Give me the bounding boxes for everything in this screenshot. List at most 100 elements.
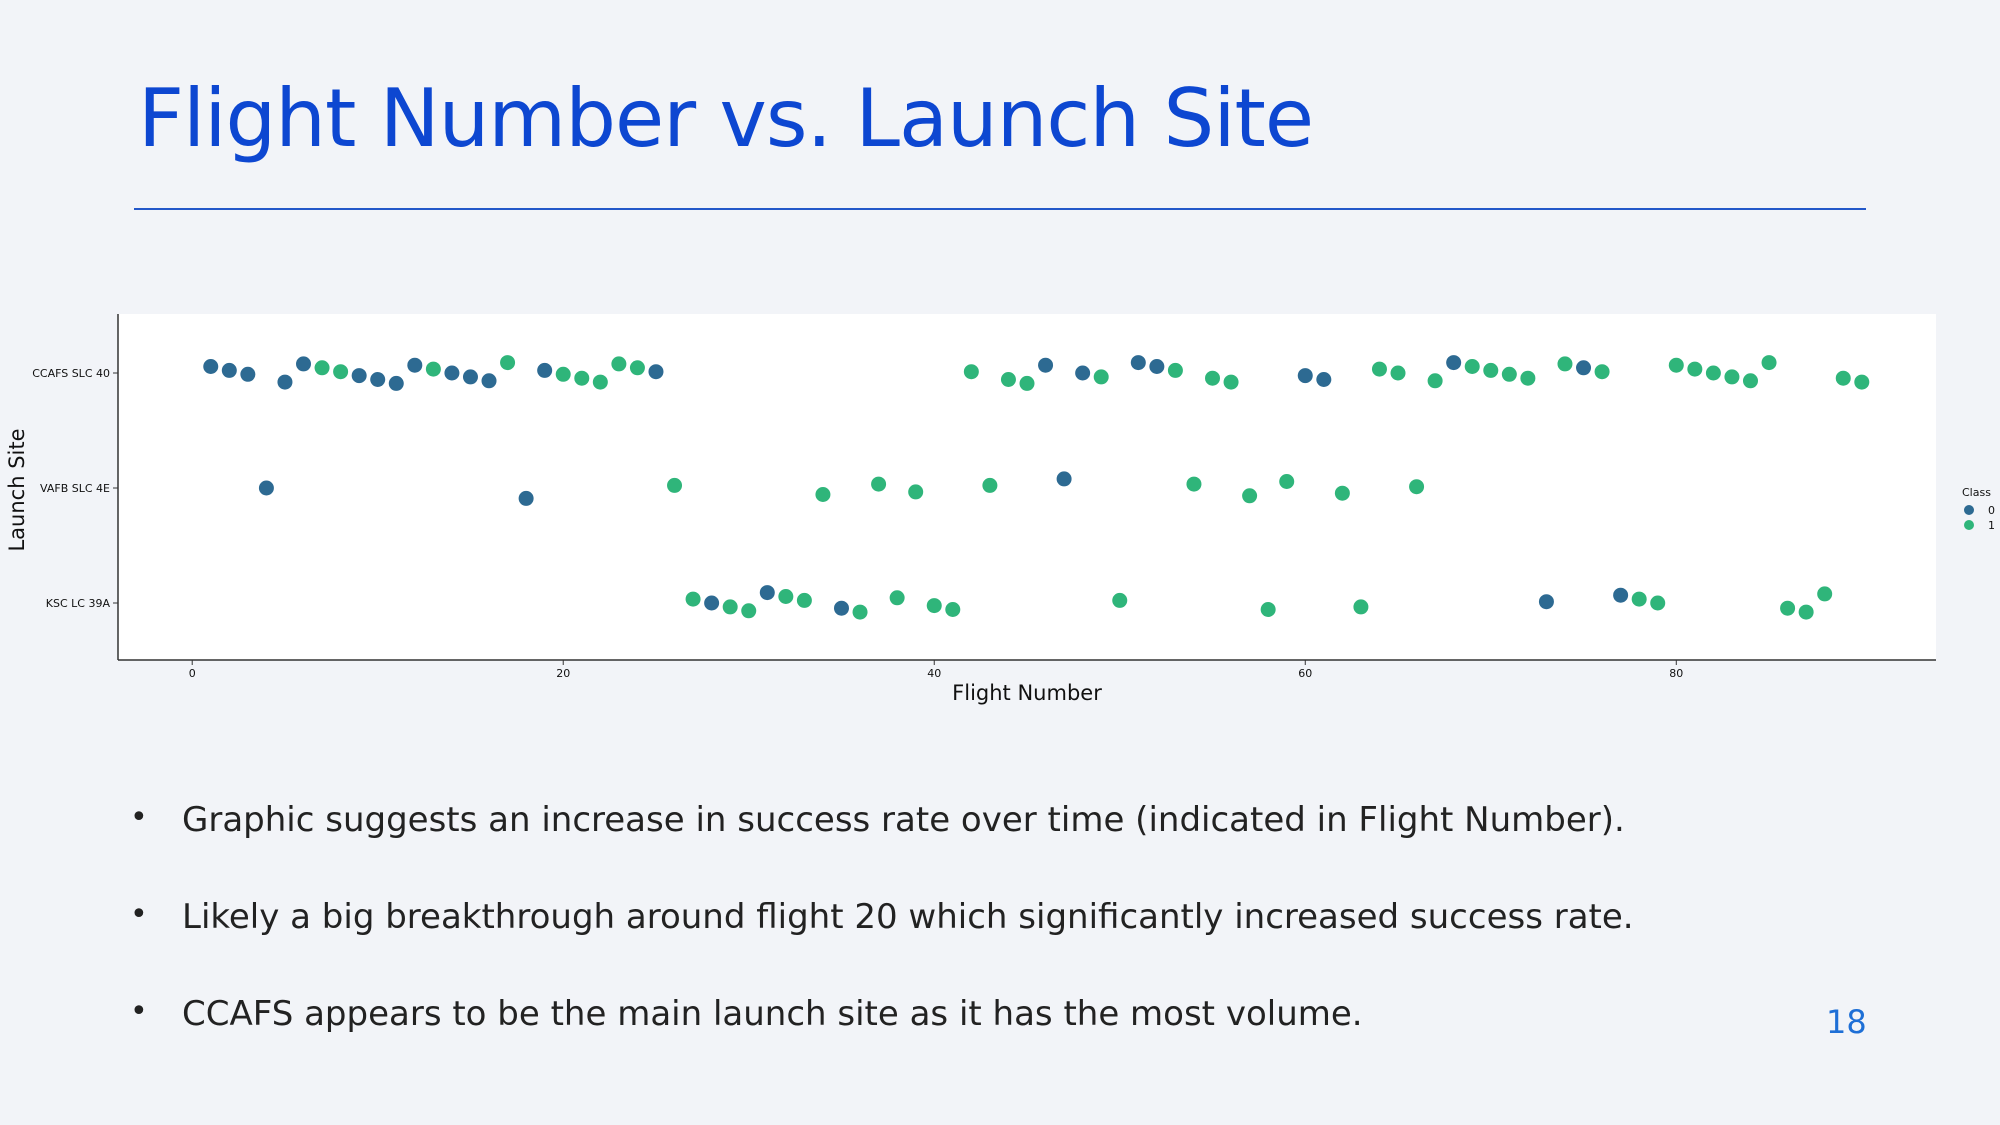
data-point-class-1 — [1427, 373, 1443, 389]
data-point-class-0 — [1538, 594, 1554, 610]
data-point-class-0 — [1576, 360, 1592, 376]
data-point-class-1 — [1371, 361, 1387, 377]
data-point-class-1 — [1279, 474, 1295, 489]
data-point-class-0 — [203, 359, 219, 374]
data-point-class-1 — [1742, 373, 1758, 389]
data-point-class-1 — [1093, 369, 1109, 385]
data-point-class-1 — [722, 599, 738, 615]
data-point-class-0 — [648, 364, 664, 380]
x-axis-label: Flight Number — [952, 681, 1102, 705]
slide-title: Flight Number vs. Launch Site — [138, 72, 1314, 165]
data-point-class-1 — [1780, 600, 1796, 616]
data-point-class-0 — [221, 362, 237, 378]
data-point-class-1 — [908, 484, 924, 500]
data-point-class-0 — [462, 369, 478, 385]
data-point-class-0 — [296, 356, 312, 372]
data-point-class-1 — [1000, 372, 1016, 387]
data-point-class-1 — [629, 360, 645, 376]
data-point-class-1 — [741, 603, 757, 619]
data-point-class-0 — [1130, 355, 1146, 371]
data-point-class-0 — [1149, 359, 1165, 374]
data-point-class-0 — [1297, 368, 1313, 384]
chart-container: CCAFS SLC 40 VAFB SLC 4E KSC LC 39A 0 20 40 6… — [0, 300, 2000, 720]
data-point-class-0 — [1613, 587, 1629, 603]
data-point-class-1 — [1483, 362, 1499, 378]
data-point-class-1 — [871, 476, 887, 492]
data-point-class-1 — [425, 361, 441, 377]
x-tick-label: 80 — [1669, 667, 1683, 680]
data-point-class-0 — [759, 585, 775, 601]
data-point-class-1 — [852, 604, 868, 620]
x-tick-label: 0 — [189, 667, 196, 680]
data-point-class-1 — [555, 366, 571, 382]
legend-label-class-0: 0 — [1988, 504, 1995, 517]
y-tick-label: KSC LC 39A — [46, 597, 111, 610]
legend-title: Class — [1962, 486, 1991, 499]
legend-swatch-class-1 — [1964, 520, 1974, 530]
data-point-class-1 — [1705, 365, 1721, 381]
data-point-class-0 — [1056, 471, 1072, 487]
data-point-class-0 — [1446, 355, 1462, 371]
data-point-class-1 — [1242, 488, 1258, 504]
data-point-class-1 — [778, 589, 794, 604]
data-point-class-1 — [1557, 356, 1573, 372]
legend: Class 0 1 — [1962, 486, 1995, 532]
bullet-dot: • — [130, 994, 148, 1029]
data-point-class-1 — [1501, 366, 1517, 382]
data-point-class-1 — [1260, 602, 1276, 617]
data-point-class-1 — [1835, 370, 1851, 386]
y-tick-label: CCAFS SLC 40 — [32, 367, 110, 380]
data-point-class-0 — [518, 490, 534, 506]
data-point-class-1 — [926, 598, 942, 614]
bullet-list: • Graphic suggests an increase in success… — [130, 800, 1830, 1091]
bullet-dot: • — [130, 897, 148, 932]
data-point-class-0 — [388, 375, 404, 391]
data-point-class-1 — [1353, 599, 1369, 615]
data-point-class-1 — [1687, 361, 1703, 377]
data-point-class-0 — [444, 365, 460, 381]
data-point-class-1 — [1650, 595, 1666, 611]
data-point-class-1 — [1205, 370, 1221, 386]
data-point-class-1 — [500, 355, 516, 371]
data-point-class-1 — [1334, 485, 1350, 501]
data-point-class-1 — [1520, 370, 1536, 386]
data-point-class-0 — [351, 368, 367, 384]
data-point-class-1 — [1186, 476, 1202, 492]
data-point-class-1 — [796, 592, 812, 608]
data-point-class-1 — [592, 374, 608, 390]
data-point-class-1 — [1798, 604, 1814, 620]
y-tick-label: VAFB SLC 4E — [40, 482, 110, 495]
data-point-class-1 — [1464, 359, 1480, 374]
y-tick-group: CCAFS SLC 40 VAFB SLC 4E KSC LC 39A — [32, 367, 118, 610]
data-point-class-1 — [1409, 479, 1425, 495]
data-point-class-1 — [314, 360, 330, 376]
page-number: 18 — [1826, 1003, 1867, 1041]
data-point-class-1 — [982, 477, 998, 493]
x-tick-label: 40 — [927, 667, 941, 680]
data-point-class-1 — [1761, 355, 1777, 371]
y-axis-label: Launch Site — [5, 428, 29, 551]
data-point-class-0 — [833, 600, 849, 616]
bullet-item: • CCAFS appears to be the main launch sit… — [130, 994, 1830, 1091]
data-point-class-0 — [370, 372, 386, 387]
bullet-item: • Likely a big breakthrough around flight… — [130, 897, 1830, 994]
data-point-class-1 — [815, 487, 831, 502]
data-point-class-1 — [889, 590, 905, 606]
data-point-class-0 — [407, 357, 423, 373]
data-point-class-1 — [333, 364, 349, 380]
data-point-class-1 — [574, 370, 590, 386]
data-point-class-0 — [1075, 365, 1091, 381]
data-point-class-0 — [1316, 372, 1332, 387]
legend-label-class-1: 1 — [1988, 519, 1995, 532]
data-point-class-1 — [1223, 374, 1239, 390]
data-point-class-1 — [611, 356, 627, 372]
bullet-item: • Graphic suggests an increase in success… — [130, 800, 1830, 897]
data-point-class-1 — [1594, 364, 1610, 380]
bullet-dot: • — [130, 800, 148, 835]
bullet-text: Likely a big breakthrough around flight … — [182, 897, 1634, 937]
data-point-class-0 — [258, 480, 274, 496]
plot-area — [118, 314, 1936, 660]
data-point-class-1 — [1724, 369, 1740, 385]
x-tick-group: 0 20 40 60 80 — [189, 660, 1683, 680]
legend-swatch-class-0 — [1964, 505, 1974, 515]
